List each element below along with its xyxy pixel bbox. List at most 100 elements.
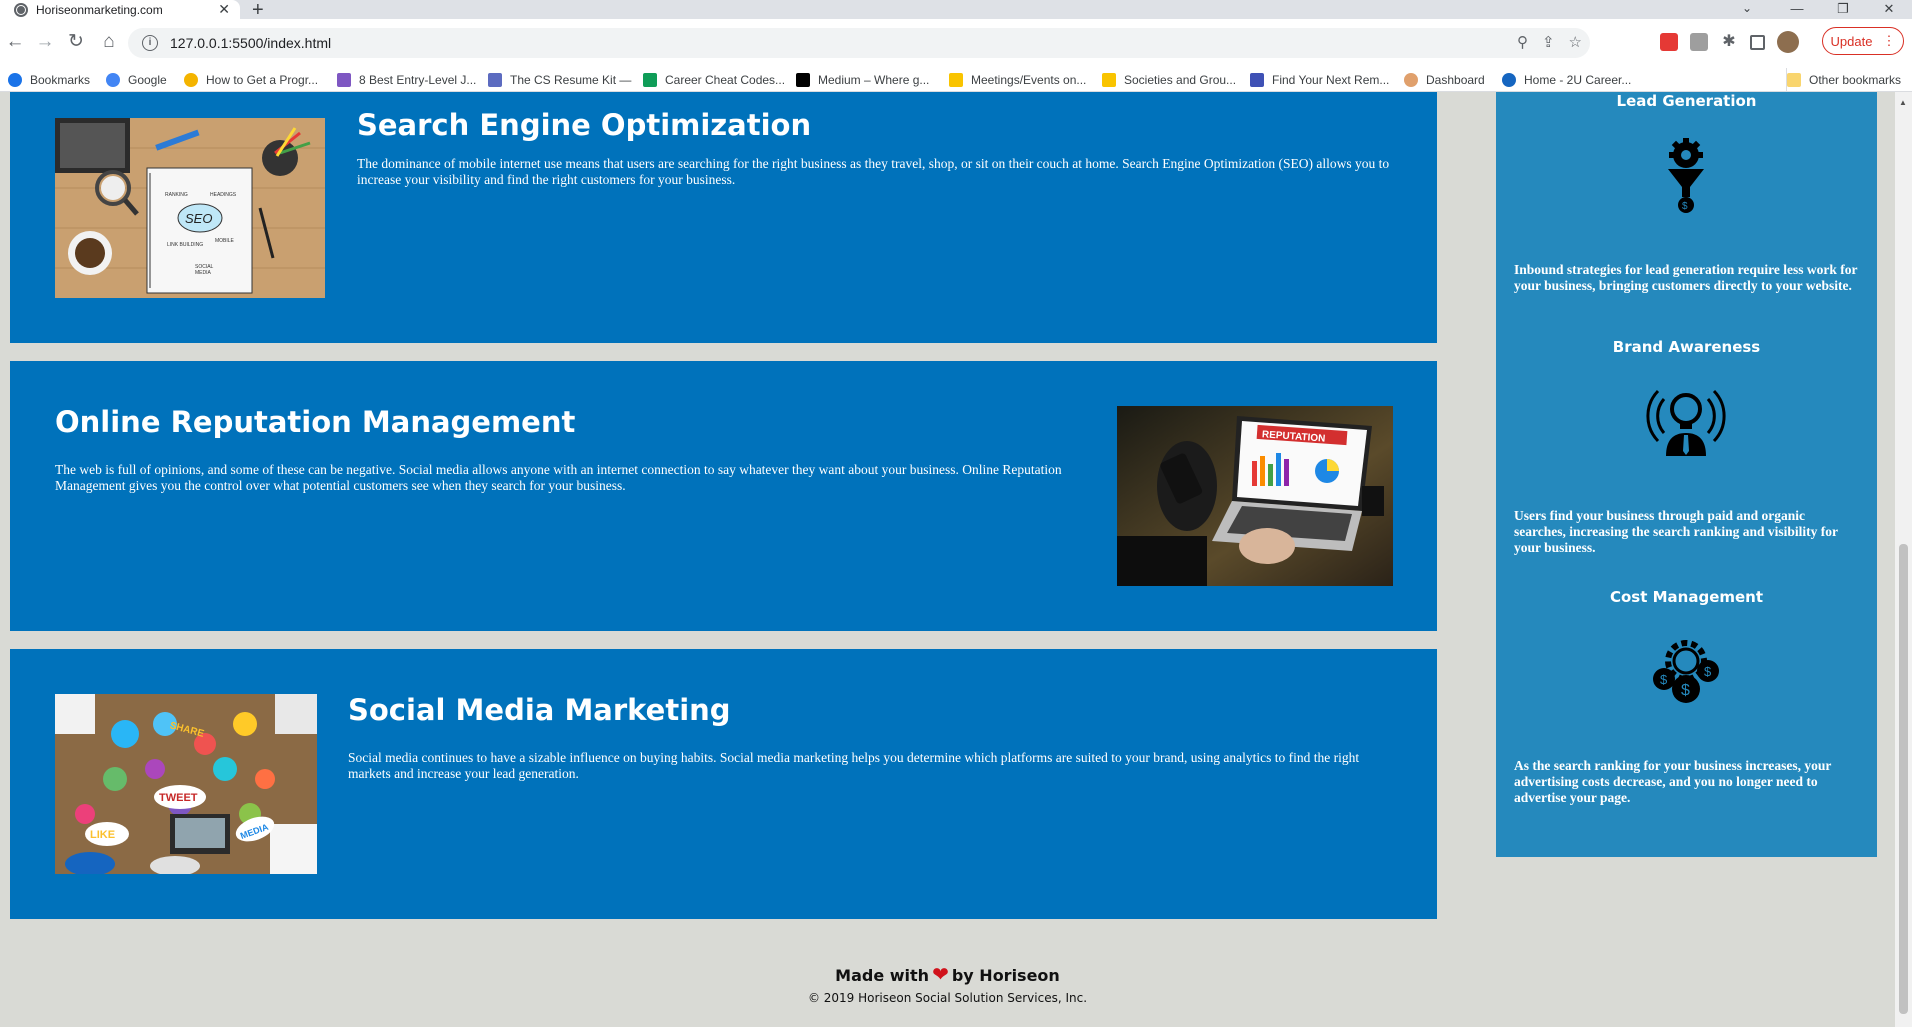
tab-search-icon[interactable]: ⌄ [1742,0,1752,16]
scroll-thumb[interactable] [1899,544,1908,1014]
svg-text:HEADINGS: HEADINGS [210,192,237,198]
benefit-brand-awareness: Brand Awareness Users find your business… [1496,338,1877,555]
address-bar[interactable]: i 127.0.0.1:5500/index.html ⚲ ⇪ ☆ [128,28,1590,58]
other-bookmarks-label: Other bookmarks [1809,73,1902,87]
2u-icon [1502,73,1516,87]
funnel-gear-icon: $ [1646,135,1726,215]
bookmarks-bar: Bookmarks Google How to Get a Progr... 8… [0,68,1912,92]
bookmark-label: The CS Resume Kit — [510,73,632,87]
service-title: Search Engine Optimization [357,108,812,142]
medium-icon [796,73,810,87]
scroll-up-icon[interactable]: ▲ [1899,98,1907,107]
zoom-icon[interactable]: ⚲ [1517,33,1528,51]
tab-title: Horiseonmarketing.com [36,2,163,17]
bookmark-label: Home - 2U Career... [1524,73,1632,87]
browser-tab[interactable]: Horiseonmarketing.com ✕ [0,0,240,19]
bookmark-label: Google [128,73,167,87]
page-scrollbar[interactable]: ▲ [1895,92,1912,1027]
google-icon [106,73,120,87]
social-word: TWEET [159,792,198,804]
extensions-puzzle-icon[interactable]: ✱ [1720,33,1738,51]
update-label: Update [1830,33,1873,49]
bookmark-item[interactable]: Find Your Next Rem... [1250,68,1389,92]
profile-avatar[interactable] [1777,31,1799,53]
benefit-title: Cost Management [1609,588,1764,606]
benefit-description: Users find your business through paid an… [1514,508,1838,555]
extension-gray-icon[interactable] [1690,33,1708,51]
url-text[interactable]: 127.0.0.1:5500/index.html [170,35,331,51]
folder-icon [1787,73,1801,87]
doc-icon [488,73,502,87]
restore-icon[interactable]: ❐ [1820,0,1866,19]
svg-text:$: $ [1682,201,1688,212]
svg-text:$: $ [1660,672,1668,687]
bookmark-label: Societies and Grou... [1124,73,1237,87]
minimize-icon[interactable]: — [1774,0,1820,19]
extension-red-icon[interactable] [1660,33,1678,51]
w-icon [1250,73,1264,87]
benefits-sidebar: Lead Generation $ Inbound strategies for… [1496,92,1877,857]
bookmark-item[interactable]: Career Cheat Codes... [643,68,785,92]
svg-text:SEO: SEO [185,211,212,226]
footer-credit: Made with ❤ by Horiseon [0,962,1895,986]
service-title: Social Media Marketing [348,693,731,727]
footer-by: by Horiseon [951,966,1060,985]
heart-icon: ❤ [932,962,949,986]
dashboard-icon [1404,73,1418,87]
bookmark-item[interactable]: Google [106,68,167,92]
back-icon[interactable]: ← [4,31,26,53]
service-social-media: LIKE TWEET SHARE MEDIA Social Media Mark… [10,649,1437,919]
page: SEO RANKING HEADINGS LINK BUILDING MOBIL… [0,92,1895,1027]
close-tab-icon[interactable]: ✕ [218,1,230,18]
bookmark-label: Dashboard [1426,73,1485,87]
svg-text:$: $ [1681,682,1690,699]
close-window-icon[interactable]: ✕ [1866,0,1912,19]
bookmark-item[interactable]: Medium – Where g... [796,68,929,92]
menu-dots-icon: ⋮ [1882,33,1896,48]
svg-text:MEDIA: MEDIA [195,270,212,276]
footer-copyright: © 2019 Horiseon Social Solution Services… [807,991,1088,1005]
bookmark-star-icon[interactable]: ☆ [1569,33,1582,51]
svg-text:$: $ [1704,664,1712,679]
bookmark-label: 8 Best Entry-Level J... [359,73,477,87]
benefit-title: Lead Generation [1616,92,1757,110]
page-viewport: SEO RANKING HEADINGS LINK BUILDING MOBIL… [0,92,1912,1027]
forward-icon[interactable]: → [34,31,56,53]
share-icon[interactable]: ⇪ [1542,33,1555,51]
home-icon[interactable]: ⌂ [98,31,120,53]
other-bookmarks[interactable]: Other bookmarks [1786,68,1901,92]
tab-strip: Horiseonmarketing.com ✕ + ⌄ — ❐ ✕ [0,0,1912,21]
page-footer: Made with ❤ by Horiseon © 2019 Horiseon So… [0,962,1895,1005]
bookmark-item[interactable]: Meetings/Events on... [949,68,1086,92]
bookmark-label: How to Get a Progr... [206,73,319,87]
svg-text:RANKING: RANKING [165,192,188,198]
social-media-table-image: LIKE TWEET SHARE MEDIA [55,694,317,874]
k-icon [1102,73,1116,87]
bookmark-label: Bookmarks [30,73,91,87]
side-panel-icon[interactable] [1750,34,1765,50]
bookmark-label: Medium – Where g... [818,73,930,87]
reload-icon[interactable]: ↻ [65,31,87,53]
bookmark-item[interactable]: Societies and Grou... [1102,68,1236,92]
update-button[interactable]: Update ⋮ [1822,27,1904,55]
browser-toolbar: ← → ↻ ⌂ i 127.0.0.1:5500/index.html ⚲ ⇪ … [0,19,1912,68]
svg-text:LINK BUILDING: LINK BUILDING [167,242,203,248]
k-icon [949,73,963,87]
benefit-title: Brand Awareness [1612,338,1761,356]
bookmark-item[interactable]: Bookmarks [8,68,90,92]
bookmark-item[interactable]: Dashboard [1404,68,1485,92]
footer-made-with: Made with [835,966,930,985]
bookmark-item[interactable]: Home - 2U Career... [1502,68,1631,92]
service-description: The dominance of mobile internet use mea… [357,156,1390,187]
bookmark-item[interactable]: 8 Best Entry-Level J... [337,68,476,92]
service-seo: SEO RANKING HEADINGS LINK BUILDING MOBIL… [10,92,1437,343]
bookmark-label: Find Your Next Rem... [1272,73,1390,87]
bookmark-item[interactable]: The CS Resume Kit — [488,68,631,92]
bookmark-item[interactable]: How to Get a Progr... [184,68,318,92]
benefit-cost-management: Cost Management $ $ $ As the search rank… [1496,588,1877,805]
bookmark-label: Career Cheat Codes... [665,73,786,87]
site-info-icon[interactable]: i [142,35,158,51]
globe-icon [14,2,28,17]
bird-icon [337,73,351,87]
sheet-icon [643,73,657,87]
